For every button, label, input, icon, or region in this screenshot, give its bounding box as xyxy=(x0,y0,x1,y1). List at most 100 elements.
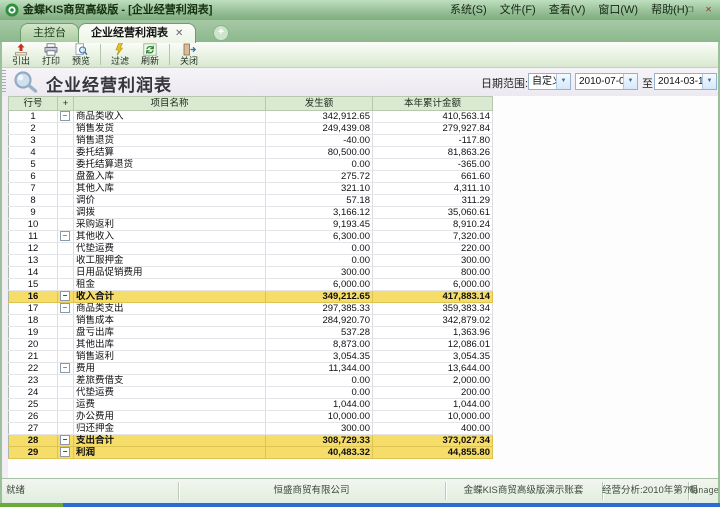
table-row[interactable]: 16−收入合计349,212.65417,883.14 xyxy=(9,291,493,303)
table-row[interactable]: 6盘盈入库275.72661.60 xyxy=(9,171,493,183)
expand-cell[interactable]: − xyxy=(58,303,74,315)
collapse-icon[interactable]: − xyxy=(60,231,70,241)
expand-cell[interactable]: − xyxy=(58,447,74,459)
table-row[interactable]: 24代垫运费0.00200.00 xyxy=(9,387,493,399)
occurred-amount-cell: 321.10 xyxy=(266,183,373,195)
tab-profit-report[interactable]: 企业经营利润表 ✕ xyxy=(78,23,196,43)
item-name-cell: 其他出库 xyxy=(74,339,266,351)
table-row[interactable]: 21销售返利3,054.353,054.35 xyxy=(9,351,493,363)
dropdown-arrow-icon[interactable]: ▼ xyxy=(623,74,637,89)
column-header-ytd-amount[interactable]: 本年累计金额 xyxy=(373,97,493,111)
toolbar-button-label: 刷新 xyxy=(141,56,159,66)
table-row[interactable]: 3销售退货-40.00-117.80 xyxy=(9,135,493,147)
table-row[interactable]: 9调拨3,166.1235,060.61 xyxy=(9,207,493,219)
app-window: 金蝶KIS商贸高级版 - [企业经营利润表] 系统(S) 文件(F) 查看(V)… xyxy=(0,0,720,507)
table-row[interactable]: 27归还押金300.00400.00 xyxy=(9,423,493,435)
menu-file[interactable]: 文件(F) xyxy=(500,0,536,20)
table-row[interactable]: 25运费1,044.001,044.00 xyxy=(9,399,493,411)
expand-cell[interactable]: − xyxy=(58,291,74,303)
date-to-select[interactable]: 2014-03-18 ▼ xyxy=(654,73,717,90)
table-row[interactable]: 26办公费用10,000.0010,000.00 xyxy=(9,411,493,423)
new-tab-button[interactable]: + xyxy=(213,25,229,41)
tab-close-icon[interactable]: ✕ xyxy=(175,28,183,39)
row-number-cell: 14 xyxy=(9,267,58,279)
row-number-cell: 6 xyxy=(9,171,58,183)
minimize-button[interactable]: – xyxy=(666,4,679,16)
table-row[interactable]: 2销售发货249,439.08279,927.84 xyxy=(9,123,493,135)
collapse-icon[interactable]: − xyxy=(60,303,70,313)
occurred-amount-cell: 57.18 xyxy=(266,195,373,207)
refresh-button[interactable]: 刷新 xyxy=(135,42,165,67)
column-header-item-name[interactable]: 项目名称 xyxy=(74,97,266,111)
menu-system[interactable]: 系统(S) xyxy=(450,0,487,20)
item-name-cell: 办公费用 xyxy=(74,411,266,423)
expand-cell xyxy=(58,135,74,147)
table-row[interactable]: 13收工服押金0.00300.00 xyxy=(9,255,493,267)
date-mode-select[interactable]: 自定义 ▼ xyxy=(528,73,571,90)
occurred-amount-cell: 0.00 xyxy=(266,255,373,267)
table-row[interactable]: 10采购返利9,193.458,910.24 xyxy=(9,219,493,231)
toolbar: 引出 打印 预览 过滤 刷新 关闭 xyxy=(0,42,720,68)
table-row[interactable]: 7其他入库321.104,311.10 xyxy=(9,183,493,195)
row-number-cell: 1 xyxy=(9,111,58,123)
collapse-icon[interactable]: − xyxy=(60,291,70,301)
tab-main-console[interactable]: 主控台 xyxy=(20,23,79,43)
row-number-cell: 25 xyxy=(9,399,58,411)
occurred-amount-cell: -40.00 xyxy=(266,135,373,147)
row-number-cell: 22 xyxy=(9,363,58,375)
expand-cell[interactable]: − xyxy=(58,435,74,447)
table-row[interactable]: 15租金6,000.006,000.00 xyxy=(9,279,493,291)
close-button[interactable]: ✕ xyxy=(702,4,715,16)
tab-label: 企业经营利润表 xyxy=(91,27,168,39)
table-row[interactable]: 23差旅费借支0.002,000.00 xyxy=(9,375,493,387)
filter-button[interactable]: 过滤 xyxy=(105,42,135,67)
row-number-cell: 24 xyxy=(9,387,58,399)
preview-button[interactable]: 预览 xyxy=(66,42,96,67)
export-button[interactable]: 引出 xyxy=(6,42,36,67)
expand-cell[interactable]: − xyxy=(58,231,74,243)
status-ready: 就绪 xyxy=(6,479,25,503)
date-from-select[interactable]: 2010-07-01 ▼ xyxy=(575,73,638,90)
collapse-icon[interactable]: − xyxy=(60,447,70,457)
table-row[interactable]: 11−其他收入6,300.007,320.00 xyxy=(9,231,493,243)
restore-button[interactable]: ❐ xyxy=(684,4,697,16)
table-row[interactable]: 19盘亏出库537.281,363.96 xyxy=(9,327,493,339)
status-user: Manager xyxy=(688,479,720,503)
close-view-button[interactable]: 关闭 xyxy=(174,42,204,67)
table-row[interactable]: 5委托结算退货0.00-365.00 xyxy=(9,159,493,171)
table-row[interactable]: 12代垫运费0.00220.00 xyxy=(9,243,493,255)
column-header-occurred-amount[interactable]: 发生额 xyxy=(266,97,373,111)
table-row[interactable]: 4委托结算80,500.0081,863.26 xyxy=(9,147,493,159)
table-row[interactable]: 29−利润40,483.3244,855.80 xyxy=(9,447,493,459)
table-row[interactable]: 28−支出合计308,729.33373,027.34 xyxy=(9,435,493,447)
collapse-icon[interactable]: − xyxy=(60,111,70,121)
ytd-amount-cell: -117.80 xyxy=(373,135,493,147)
item-name-cell: 费用 xyxy=(74,363,266,375)
print-button[interactable]: 打印 xyxy=(36,42,66,67)
menu-view[interactable]: 查看(V) xyxy=(549,0,586,20)
collapse-icon[interactable]: − xyxy=(60,435,70,445)
collapse-icon[interactable]: − xyxy=(60,363,70,373)
occurred-amount-cell: 6,000.00 xyxy=(266,279,373,291)
table-row[interactable]: 22−费用11,344.0013,644.00 xyxy=(9,363,493,375)
table-row[interactable]: 1−商品类收入342,912.65410,563.14 xyxy=(9,111,493,123)
table-row[interactable]: 17−商品类支出297,385.33359,383.34 xyxy=(9,303,493,315)
table-row[interactable]: 8调价57.18311.29 xyxy=(9,195,493,207)
panel-splitter-handle[interactable] xyxy=(2,70,6,92)
dropdown-arrow-icon[interactable]: ▼ xyxy=(702,74,716,89)
occurred-amount-cell: 297,385.33 xyxy=(266,303,373,315)
table-row[interactable]: 18销售成本284,920.70342,879.02 xyxy=(9,315,493,327)
menu-window[interactable]: 窗口(W) xyxy=(598,0,638,20)
expand-cell[interactable]: − xyxy=(58,111,74,123)
ytd-amount-cell: 359,383.34 xyxy=(373,303,493,315)
row-number-cell: 7 xyxy=(9,183,58,195)
table-row[interactable]: 20其他出库8,873.0012,086.01 xyxy=(9,339,493,351)
table-row[interactable]: 14日用品促销费用300.00800.00 xyxy=(9,267,493,279)
item-name-cell: 委托结算 xyxy=(74,147,266,159)
expand-cell[interactable]: − xyxy=(58,363,74,375)
column-header-row-number[interactable]: 行号 xyxy=(9,97,58,111)
dropdown-arrow-icon[interactable]: ▼ xyxy=(556,74,570,89)
column-header-expand[interactable]: + xyxy=(58,97,74,111)
expand-cell xyxy=(58,315,74,327)
item-name-cell: 利润 xyxy=(74,447,266,459)
